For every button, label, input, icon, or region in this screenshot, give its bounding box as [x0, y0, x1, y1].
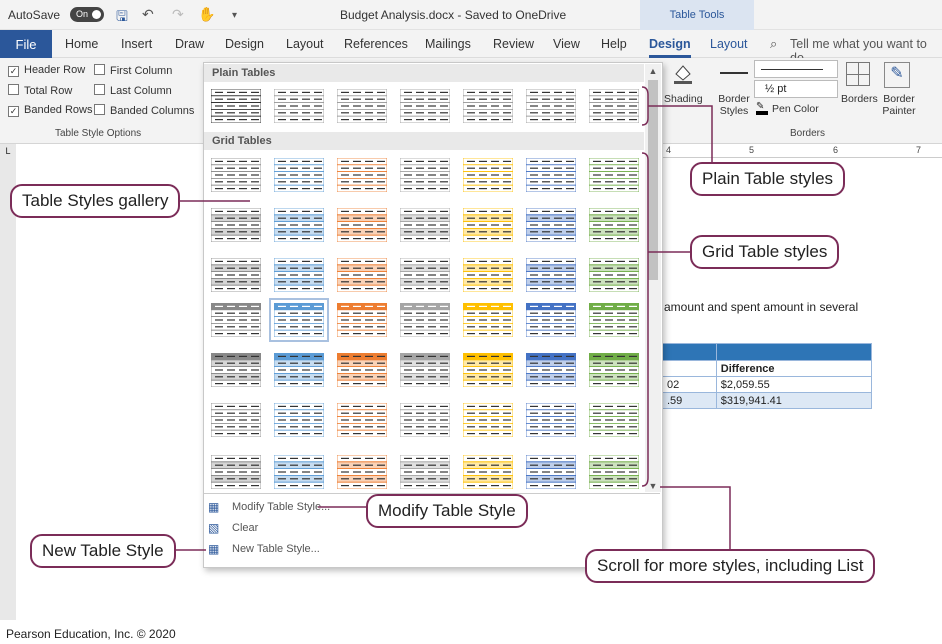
callout-new-table-style: New Table Style — [30, 534, 176, 568]
grid-bracket — [641, 152, 649, 487]
callout-scroll-more: Scroll for more styles, including List — [585, 549, 876, 583]
scroll-connector — [660, 486, 731, 552]
callout-modify-table-style: Modify Table Style — [366, 494, 528, 528]
copyright-footer: Pearson Education, Inc. © 2020 — [6, 627, 176, 641]
plain-bracket — [641, 86, 649, 126]
callout-table-styles-gallery: Table Styles gallery — [10, 184, 181, 218]
callout-plain-table-styles: Plain Table styles — [690, 162, 846, 196]
callout-grid-table-styles: Grid Table styles — [690, 235, 840, 269]
